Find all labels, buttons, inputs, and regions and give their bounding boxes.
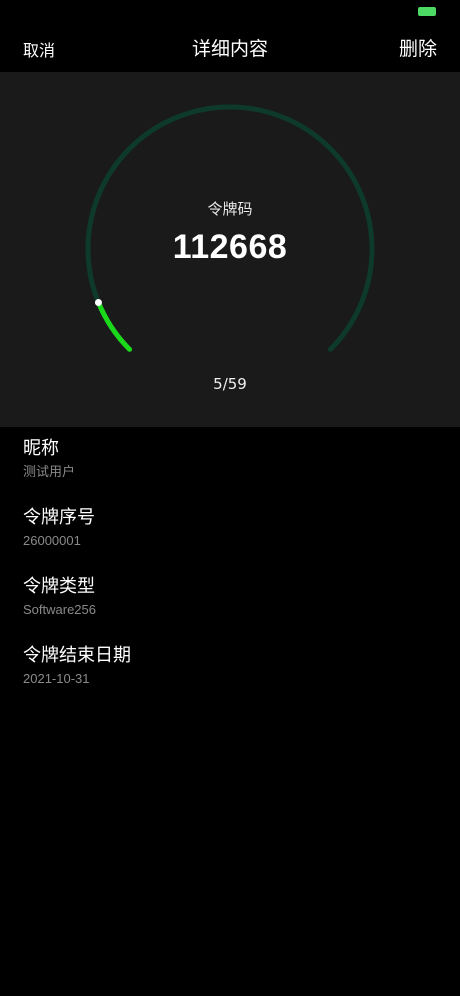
detail-value: Software256	[23, 602, 96, 617]
token-panel: 令牌码 112668 5/59	[0, 72, 460, 427]
token-detail-screen: 取消 详细内容 删除 令牌码 112668 5/59 昵称 测试用户 令牌序号 …	[0, 0, 460, 996]
detail-value: 26000001	[23, 533, 81, 548]
detail-item-end-date: 令牌结束日期 2021-10-31	[23, 644, 443, 688]
detail-item-nickname: 昵称 测试用户	[23, 437, 443, 481]
detail-label: 令牌类型	[23, 576, 95, 597]
page-title: 详细内容	[191, 38, 268, 60]
detail-item-type: 令牌类型 Software256	[23, 575, 443, 619]
countdown-ring-knob	[94, 298, 102, 306]
token-code-label: 令牌码	[207, 200, 253, 218]
cancel-button[interactable]: 取消	[23, 37, 55, 61]
detail-label: 昵称	[23, 438, 59, 459]
detail-value: 测试用户	[23, 464, 76, 479]
battery-icon	[418, 7, 436, 16]
token-code: 112668	[172, 228, 288, 266]
countdown-counter: 5/59	[213, 375, 247, 393]
detail-value: 2021-10-31	[23, 671, 90, 686]
detail-label: 令牌序号	[23, 507, 95, 528]
status-bar	[0, 0, 460, 24]
detail-item-serial: 令牌序号 26000001	[23, 506, 443, 550]
countdown-ring-progress	[95, 299, 133, 352]
detail-label: 令牌结束日期	[23, 645, 131, 666]
navigation-bar: 取消 详细内容 删除	[0, 24, 460, 72]
delete-button[interactable]: 删除	[399, 34, 437, 61]
